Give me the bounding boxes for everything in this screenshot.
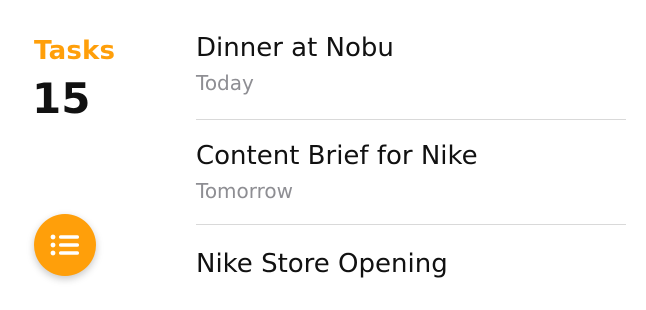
task-title: Content Brief for Nike bbox=[196, 141, 478, 171]
task-count: 15 bbox=[32, 74, 91, 123]
task-title: Dinner at Nobu bbox=[196, 33, 394, 63]
divider bbox=[196, 119, 626, 120]
task-list: Dinner at Nobu Today Content Brief for N… bbox=[196, 0, 626, 310]
widget-title: Tasks bbox=[34, 36, 116, 66]
list-icon bbox=[50, 234, 80, 256]
divider bbox=[196, 224, 626, 225]
task-due-date: Today bbox=[196, 71, 254, 95]
task-item[interactable]: Content Brief for Nike Tomorrow bbox=[196, 141, 626, 203]
task-title: Nike Store Opening bbox=[196, 249, 448, 279]
task-item[interactable]: Dinner at Nobu Today bbox=[196, 33, 626, 95]
list-button[interactable] bbox=[34, 214, 96, 276]
task-due-date: Tomorrow bbox=[196, 179, 294, 203]
tasks-widget: Tasks 15 Dinner at Nobu Today Content Br… bbox=[0, 0, 646, 310]
task-item[interactable]: Nike Store Opening bbox=[196, 249, 626, 279]
